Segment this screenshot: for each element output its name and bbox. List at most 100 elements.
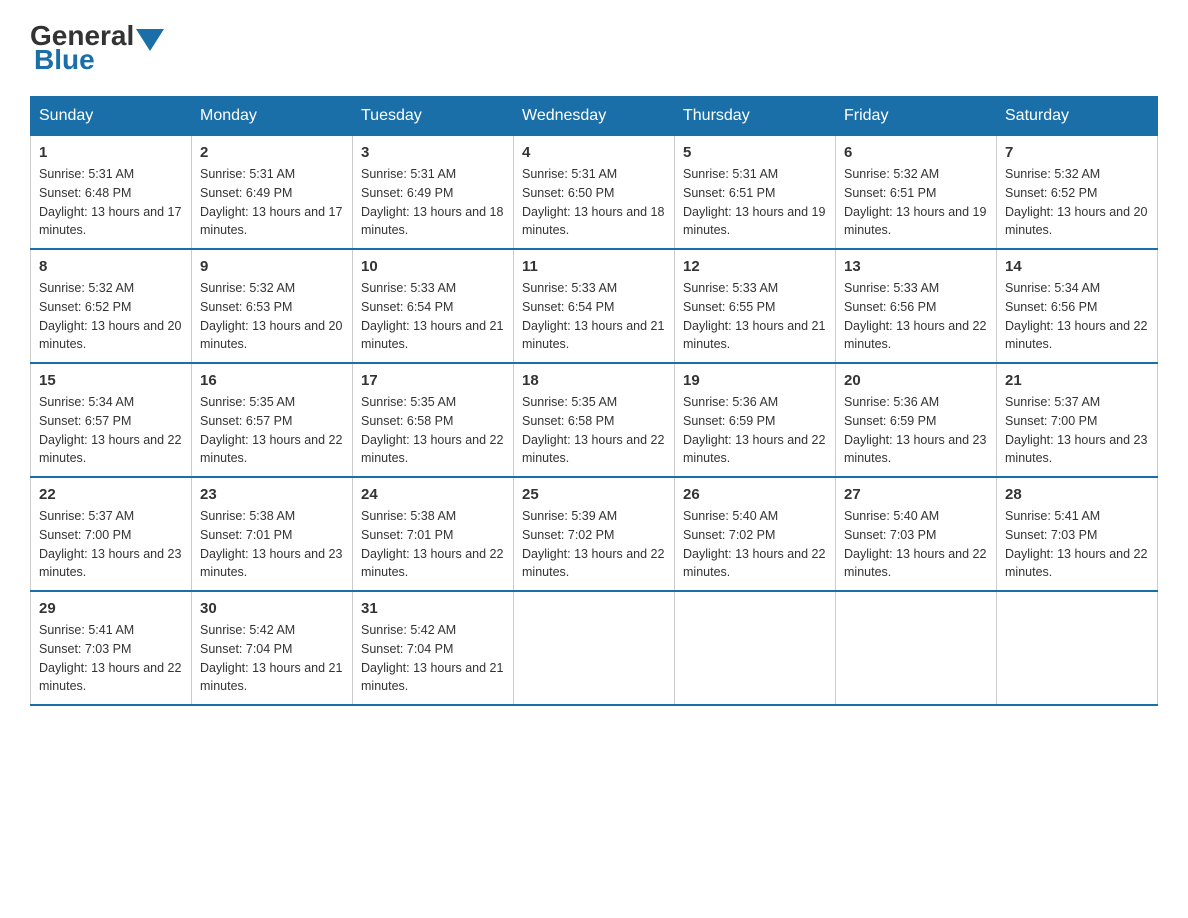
col-friday: Friday: [836, 97, 997, 136]
calendar-cell: 12 Sunrise: 5:33 AMSunset: 6:55 PMDayligh…: [675, 249, 836, 363]
calendar-cell: 15 Sunrise: 5:34 AMSunset: 6:57 PMDayligh…: [31, 363, 192, 477]
day-info: Sunrise: 5:33 AMSunset: 6:54 PMDaylight:…: [361, 279, 505, 354]
calendar-cell: 26Sunrise: 5:40 AMSunset: 7:02 PMDayligh…: [675, 477, 836, 591]
day-info: Sunrise: 5:32 AMSunset: 6:52 PMDaylight:…: [39, 279, 183, 354]
calendar-cell: 11 Sunrise: 5:33 AMSunset: 6:54 PMDayligh…: [514, 249, 675, 363]
day-number: 16: [200, 372, 344, 389]
day-info: Sunrise: 5:32 AMSunset: 6:52 PMDaylight:…: [1005, 165, 1149, 240]
week-row: 8 Sunrise: 5:32 AMSunset: 6:52 PMDaylight…: [31, 249, 1158, 363]
day-number: 26: [683, 486, 827, 503]
col-monday: Monday: [192, 97, 353, 136]
day-number: 9: [200, 258, 344, 275]
day-info: Sunrise: 5:35 AMSunset: 6:57 PMDaylight:…: [200, 393, 344, 468]
day-number: 20: [844, 372, 988, 389]
day-info: Sunrise: 5:36 AMSunset: 6:59 PMDaylight:…: [844, 393, 988, 468]
calendar-cell: [836, 591, 997, 705]
calendar-cell: 28 Sunrise: 5:41 AMSunset: 7:03 PMDayligh…: [997, 477, 1158, 591]
day-info: Sunrise: 5:38 AMSunset: 7:01 PMDaylight:…: [200, 507, 344, 582]
day-number: 29: [39, 600, 183, 617]
day-number: 19: [683, 372, 827, 389]
day-number: 28: [1005, 486, 1149, 503]
calendar-cell: 7 Sunrise: 5:32 AMSunset: 6:52 PMDaylight…: [997, 136, 1158, 250]
calendar-cell: 9 Sunrise: 5:32 AMSunset: 6:53 PMDaylight…: [192, 249, 353, 363]
day-info: Sunrise: 5:35 AMSunset: 6:58 PMDaylight:…: [522, 393, 666, 468]
calendar-cell: 10Sunrise: 5:33 AMSunset: 6:54 PMDayligh…: [353, 249, 514, 363]
day-number: 13: [844, 258, 988, 275]
calendar-cell: [514, 591, 675, 705]
col-sunday: Sunday: [31, 97, 192, 136]
day-info: Sunrise: 5:39 AMSunset: 7:02 PMDaylight:…: [522, 507, 666, 582]
day-info: Sunrise: 5:34 AMSunset: 6:56 PMDaylight:…: [1005, 279, 1149, 354]
calendar-table: Sunday Monday Tuesday Wednesday Thursday…: [30, 96, 1158, 706]
col-tuesday: Tuesday: [353, 97, 514, 136]
day-number: 27: [844, 486, 988, 503]
calendar-cell: 3 Sunrise: 5:31 AMSunset: 6:49 PMDaylight…: [353, 136, 514, 250]
calendar-cell: 2 Sunrise: 5:31 AMSunset: 6:49 PMDaylight…: [192, 136, 353, 250]
day-number: 30: [200, 600, 344, 617]
day-info: Sunrise: 5:34 AMSunset: 6:57 PMDaylight:…: [39, 393, 183, 468]
calendar-cell: 4 Sunrise: 5:31 AMSunset: 6:50 PMDaylight…: [514, 136, 675, 250]
day-info: Sunrise: 5:32 AMSunset: 6:51 PMDaylight:…: [844, 165, 988, 240]
day-number: 24: [361, 486, 505, 503]
day-number: 31: [361, 600, 505, 617]
calendar-cell: 5Sunrise: 5:31 AMSunset: 6:51 PMDaylight…: [675, 136, 836, 250]
calendar-cell: 8 Sunrise: 5:32 AMSunset: 6:52 PMDaylight…: [31, 249, 192, 363]
day-number: 14: [1005, 258, 1149, 275]
day-number: 7: [1005, 144, 1149, 161]
day-number: 12: [683, 258, 827, 275]
day-info: Sunrise: 5:41 AMSunset: 7:03 PMDaylight:…: [39, 621, 183, 696]
calendar-cell: [675, 591, 836, 705]
calendar-cell: 14 Sunrise: 5:34 AMSunset: 6:56 PMDayligh…: [997, 249, 1158, 363]
logo-blue-text: Blue: [34, 44, 95, 76]
col-thursday: Thursday: [675, 97, 836, 136]
calendar-cell: 1 Sunrise: 5:31 AMSunset: 6:48 PMDaylight…: [31, 136, 192, 250]
day-info: Sunrise: 5:31 AMSunset: 6:49 PMDaylight:…: [361, 165, 505, 240]
day-info: Sunrise: 5:31 AMSunset: 6:51 PMDaylight:…: [683, 165, 827, 240]
day-number: 22: [39, 486, 183, 503]
day-info: Sunrise: 5:31 AMSunset: 6:48 PMDaylight:…: [39, 165, 183, 240]
day-number: 4: [522, 144, 666, 161]
day-info: Sunrise: 5:31 AMSunset: 6:49 PMDaylight:…: [200, 165, 344, 240]
calendar-cell: 31Sunrise: 5:42 AMSunset: 7:04 PMDayligh…: [353, 591, 514, 705]
day-info: Sunrise: 5:31 AMSunset: 6:50 PMDaylight:…: [522, 165, 666, 240]
calendar-header-row: Sunday Monday Tuesday Wednesday Thursday…: [31, 97, 1158, 136]
calendar-cell: 21Sunrise: 5:37 AMSunset: 7:00 PMDayligh…: [997, 363, 1158, 477]
day-number: 1: [39, 144, 183, 161]
page-header: General Blue: [30, 20, 1158, 76]
calendar-cell: 24Sunrise: 5:38 AMSunset: 7:01 PMDayligh…: [353, 477, 514, 591]
logo-arrow-icon: [136, 29, 164, 51]
calendar-cell: 27 Sunrise: 5:40 AMSunset: 7:03 PMDayligh…: [836, 477, 997, 591]
week-row: 22 Sunrise: 5:37 AMSunset: 7:00 PMDayligh…: [31, 477, 1158, 591]
col-saturday: Saturday: [997, 97, 1158, 136]
calendar-cell: 18 Sunrise: 5:35 AMSunset: 6:58 PMDayligh…: [514, 363, 675, 477]
day-number: 23: [200, 486, 344, 503]
day-info: Sunrise: 5:33 AMSunset: 6:56 PMDaylight:…: [844, 279, 988, 354]
day-number: 21: [1005, 372, 1149, 389]
day-number: 2: [200, 144, 344, 161]
calendar-cell: 30 Sunrise: 5:42 AMSunset: 7:04 PMDayligh…: [192, 591, 353, 705]
day-info: Sunrise: 5:40 AMSunset: 7:03 PMDaylight:…: [844, 507, 988, 582]
calendar-cell: 20 Sunrise: 5:36 AMSunset: 6:59 PMDayligh…: [836, 363, 997, 477]
day-info: Sunrise: 5:32 AMSunset: 6:53 PMDaylight:…: [200, 279, 344, 354]
calendar-cell: 29 Sunrise: 5:41 AMSunset: 7:03 PMDayligh…: [31, 591, 192, 705]
calendar-cell: 6 Sunrise: 5:32 AMSunset: 6:51 PMDaylight…: [836, 136, 997, 250]
calendar-cell: 25Sunrise: 5:39 AMSunset: 7:02 PMDayligh…: [514, 477, 675, 591]
calendar-cell: 13 Sunrise: 5:33 AMSunset: 6:56 PMDayligh…: [836, 249, 997, 363]
day-number: 11: [522, 258, 666, 275]
logo: General Blue: [30, 20, 166, 76]
day-number: 3: [361, 144, 505, 161]
week-row: 1 Sunrise: 5:31 AMSunset: 6:48 PMDaylight…: [31, 136, 1158, 250]
day-info: Sunrise: 5:33 AMSunset: 6:55 PMDaylight:…: [683, 279, 827, 354]
week-row: 15 Sunrise: 5:34 AMSunset: 6:57 PMDayligh…: [31, 363, 1158, 477]
day-info: Sunrise: 5:41 AMSunset: 7:03 PMDaylight:…: [1005, 507, 1149, 582]
col-wednesday: Wednesday: [514, 97, 675, 136]
day-number: 6: [844, 144, 988, 161]
calendar-cell: 17Sunrise: 5:35 AMSunset: 6:58 PMDayligh…: [353, 363, 514, 477]
day-info: Sunrise: 5:37 AMSunset: 7:00 PMDaylight:…: [39, 507, 183, 582]
day-number: 8: [39, 258, 183, 275]
day-info: Sunrise: 5:33 AMSunset: 6:54 PMDaylight:…: [522, 279, 666, 354]
day-number: 18: [522, 372, 666, 389]
calendar-cell: [997, 591, 1158, 705]
day-info: Sunrise: 5:42 AMSunset: 7:04 PMDaylight:…: [200, 621, 344, 696]
day-number: 15: [39, 372, 183, 389]
